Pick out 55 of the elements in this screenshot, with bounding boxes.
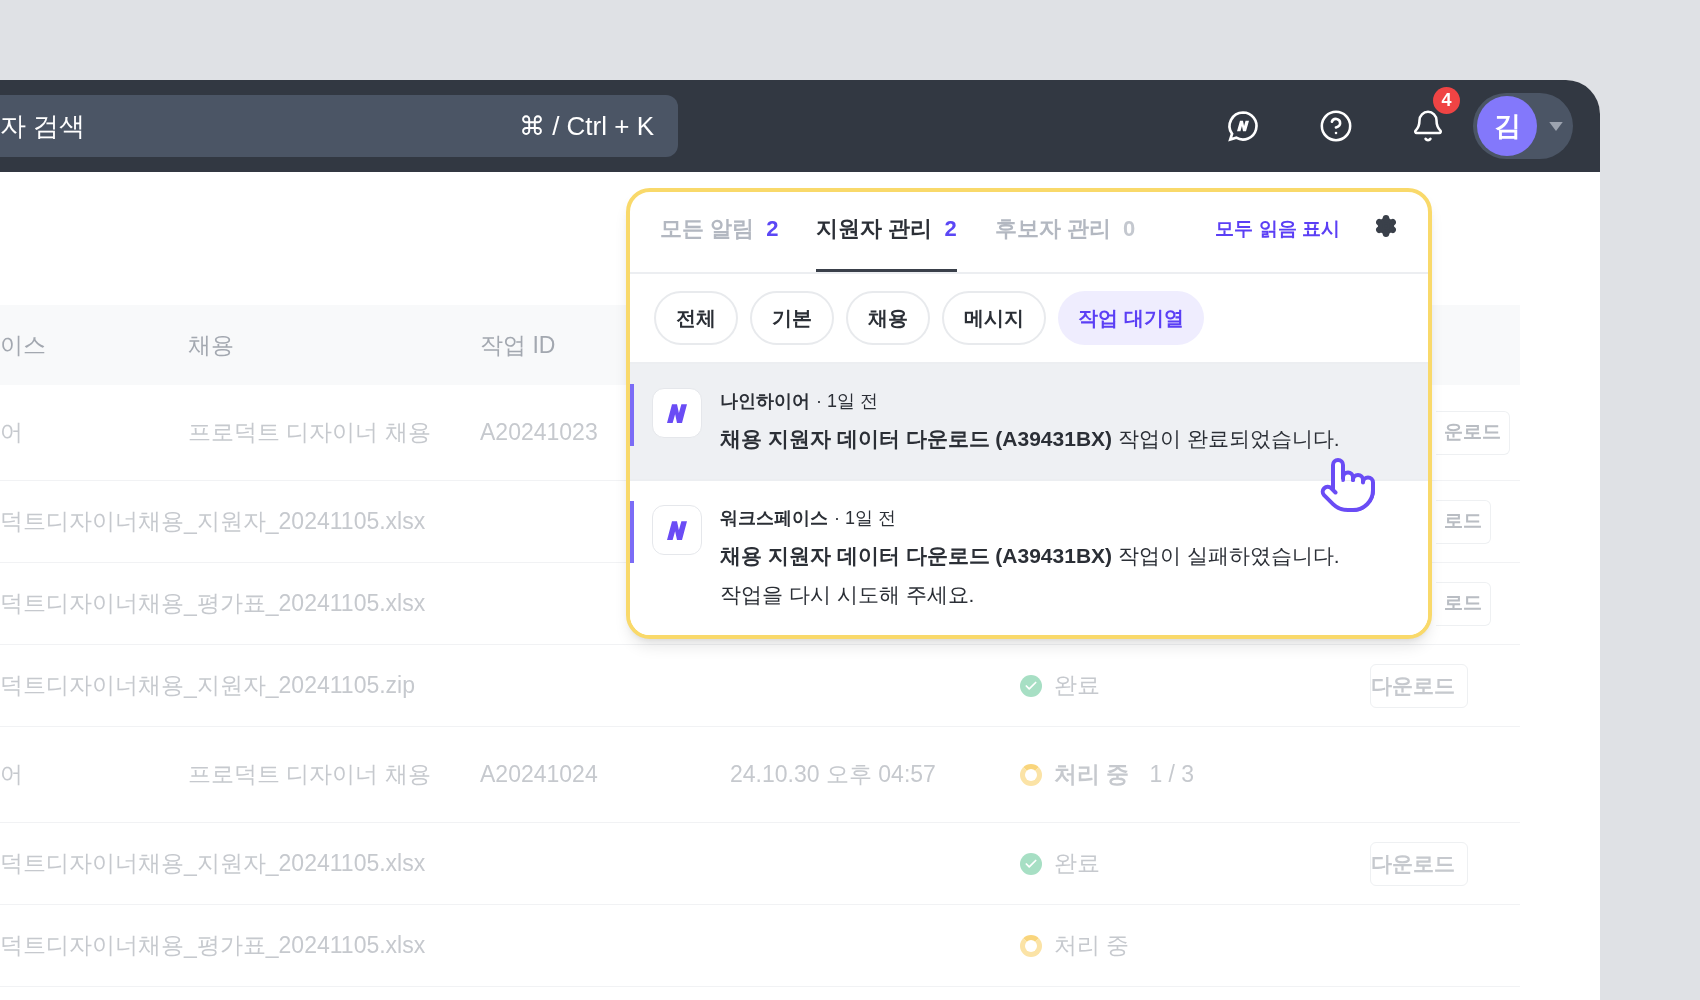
file-name: 덕트디자이너채용_평가표_20241105.xlsx [0,590,426,617]
file-name: 덕트디자이너채용_지원자_20241105.zip [0,672,415,699]
notification-message: 채용 지원자 데이터 다운로드 (A39431BX) 작업이 실패하였습니다. [720,542,1340,569]
status-label: 완료 [1054,849,1100,879]
search-placeholder: 자 검색 [0,109,86,143]
file-name: 덕트디자이너채용_평가표_20241105.xlsx [0,932,426,959]
avatar: 김 [1477,96,1537,156]
tab[interactable]: 지원자 관리 2 [816,212,957,272]
tab[interactable]: 모든 알림 2 [660,212,779,272]
chat-icon[interactable] [1225,108,1261,144]
settings-icon[interactable] [1374,214,1398,238]
column-header: 이스 [0,331,46,358]
notification-item[interactable]: 나인하이어 · 1일 전 채용 지원자 데이터 다운로드 (A39431BX) 작업이 완료되었습니다. [630,362,1428,479]
table-cell: 24.10.30 오후 04:57 [730,761,936,788]
notification-badge: 4 [1433,87,1460,114]
notification-item[interactable]: 워크스페이스 · 1일 전 채용 지원자 데이터 다운로드 (A39431BX) 작업이 실패하였습니다. 작업을 다시 시도해 주세요. [630,478,1428,635]
file-name: 덕트디자이너채용_지원자_20241105.xlsx [0,850,426,877]
status-label: 처리 중 [1054,760,1130,790]
help-icon[interactable] [1319,109,1353,143]
time-label: · 1일 전 [816,390,878,413]
table-cell-text: A20241024 [480,760,599,790]
mark-all-read-link[interactable]: 모두 읽음 표시 [1215,212,1340,272]
filter-chip[interactable]: 작업 대기열 [1058,291,1204,345]
table-cell-text: A20241023 [480,418,599,448]
file-name: 덕트디자이너채용_지원자_20241105.xlsx [0,508,426,535]
bell-icon[interactable] [1411,109,1445,143]
sender-name: 나인하이어 [720,390,810,413]
search-field[interactable]: 자 검색 ⌘ / Ctrl + K [0,95,678,157]
filter-chip[interactable]: 전체 [654,291,738,345]
table-cell-text: 어 [0,760,24,790]
status-label: 처리 중 [1054,931,1130,961]
filter-chip[interactable]: 메시지 [942,291,1046,345]
caret-icon [1549,121,1563,131]
table-cell-text: 프로덕트 디자이너 채용 [188,760,432,790]
notification-message: 채용 지원자 데이터 다운로드 (A39431BX) 작업이 완료되었습니다. [720,426,1340,452]
sender-name: 워크스페이스 [720,506,828,530]
check-icon [1020,852,1042,875]
unread-bar [630,384,634,446]
status-label: 완료 [1054,671,1100,701]
hand-cursor-icon [1318,455,1378,515]
loading-icon [1020,934,1042,957]
filter-chip[interactable]: 채용 [846,291,930,345]
check-icon [1020,674,1042,697]
loading-icon [1020,763,1042,786]
filter-chip[interactable]: 기본 [750,291,834,345]
account-menu[interactable]: 김 [1473,93,1573,159]
notification-message: 작업을 다시 시도해 주세요. [720,582,976,608]
column-header: 작업 ID [480,331,556,358]
column-header: 채용 [188,331,234,358]
table-cell-text: 프로덕트 디자이너 채용 [188,418,432,448]
table-cell-text: 어 [0,418,24,448]
shortcut-hint: ⌘ / Ctrl + K [518,109,654,143]
unread-bar [630,500,634,563]
time-label: · 1일 전 [834,506,896,530]
progress-count: 1 / 3 [1149,760,1195,790]
